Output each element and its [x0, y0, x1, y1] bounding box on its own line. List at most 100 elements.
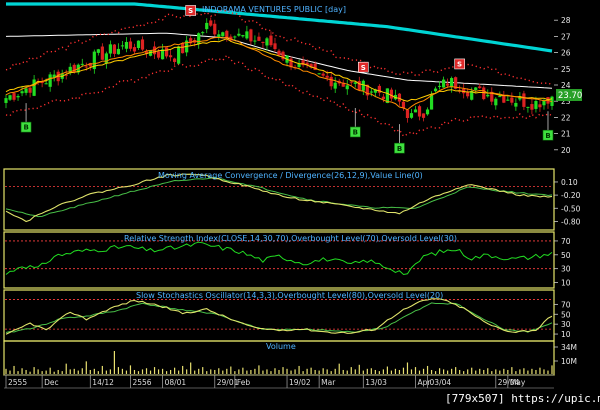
candle-body [269, 35, 273, 46]
volume-bar [298, 365, 300, 374]
candle-body [421, 113, 426, 118]
volume-bar [153, 367, 156, 374]
candle-body [450, 78, 454, 88]
price-tick-label: 25 [561, 65, 571, 74]
volume-bar [499, 370, 501, 374]
candle-body [361, 80, 365, 91]
volume-bar [250, 369, 252, 374]
volume-tick-label: 10M [561, 357, 577, 366]
volume-bar [374, 369, 376, 374]
volume-bar [443, 369, 445, 374]
volume-bar [13, 365, 15, 374]
candle-body [12, 93, 16, 100]
volume-bar [334, 368, 336, 374]
candle-body [345, 85, 349, 90]
volume-bar [342, 369, 344, 374]
signal-label: B [397, 145, 402, 153]
volume-bar [358, 364, 360, 374]
candle-body [132, 47, 137, 52]
candle-body [522, 93, 526, 107]
stochastic-panel-title: Slow Stochastics Oscillator(14,3,3),Over… [136, 291, 443, 300]
candle-body [486, 94, 490, 97]
candle-body [333, 82, 337, 89]
volume-bar [41, 371, 43, 374]
volume-bar [434, 371, 437, 374]
volume-bar [234, 371, 236, 374]
candle-body [201, 32, 205, 34]
candle-body [538, 104, 542, 108]
volume-bar [314, 369, 316, 374]
candle-body [514, 102, 518, 107]
volume-bar [133, 369, 136, 374]
date-tick-label: 08/01 [165, 378, 187, 387]
candle-body [8, 95, 12, 100]
volume-bar [394, 368, 397, 374]
volume-bar [262, 370, 264, 374]
macd-tick-label: -0.20 [561, 191, 581, 200]
volume-bar [254, 368, 256, 374]
date-tick-label: 03/04 [430, 378, 452, 387]
date-tick-label: 19/02 [289, 378, 311, 387]
candle-body [48, 74, 52, 87]
candle-body [498, 96, 502, 98]
candle-body [241, 35, 245, 37]
volume-bar [165, 371, 168, 374]
volume-bar [17, 371, 19, 374]
volume-bar [113, 351, 115, 374]
candle-body [321, 73, 325, 76]
volume-bar [186, 369, 188, 374]
volume-bar [350, 367, 352, 374]
volume-bar [89, 369, 91, 374]
candle-body [128, 41, 133, 49]
candle-body [120, 45, 125, 47]
price-tick-label: 20 [561, 146, 571, 155]
candle-body [253, 40, 257, 42]
volume-bar [370, 368, 372, 374]
volume-bar [495, 369, 497, 374]
volume-bar [210, 369, 212, 374]
candle-body [474, 87, 478, 91]
price-tick-label: 26 [561, 49, 571, 58]
candle-body [433, 88, 438, 92]
candle-body [265, 38, 269, 46]
candle-body [381, 96, 385, 100]
volume-bar [290, 370, 292, 374]
volume-bar [105, 370, 107, 374]
volume-bar [65, 363, 67, 374]
volume-bar [386, 366, 388, 374]
macd-panel-title: Moving Average Convergence / Divergence(… [158, 171, 423, 180]
volume-bar [178, 370, 180, 374]
volume-bar [5, 368, 7, 374]
candle-body [136, 40, 141, 48]
volume-bar [366, 368, 368, 374]
volume-bar [149, 370, 152, 374]
candle-body [357, 81, 361, 91]
candle-body [140, 39, 145, 50]
volume-bar [246, 370, 248, 374]
volume-bar [129, 365, 132, 374]
candle-body [409, 113, 414, 118]
rsi-tick-label: 10 [561, 279, 571, 288]
price-panel-title: INDORAMA VENTURES PUBLIC [day] [202, 5, 346, 14]
candle-body [526, 106, 530, 108]
volume-bar [274, 368, 276, 374]
volume-bar [430, 369, 433, 374]
candle-body [542, 100, 546, 106]
volume-bar [202, 367, 204, 374]
volume-bar [487, 368, 489, 374]
volume-bar [9, 370, 11, 374]
candle-body [502, 95, 506, 103]
last-price-label: 23.70 [558, 91, 582, 101]
volume-bar [137, 371, 140, 374]
candle-body [20, 91, 24, 94]
candle-body [534, 101, 538, 109]
volume-bar [547, 370, 549, 374]
volume-bar [515, 371, 517, 374]
volume-bar [543, 369, 545, 374]
rsi-tick-label: 30 [561, 265, 571, 274]
volume-bar [190, 362, 192, 374]
candle-body [417, 106, 422, 117]
volume-bar [182, 365, 184, 374]
volume-bar [455, 367, 457, 374]
candle-body [28, 87, 32, 93]
